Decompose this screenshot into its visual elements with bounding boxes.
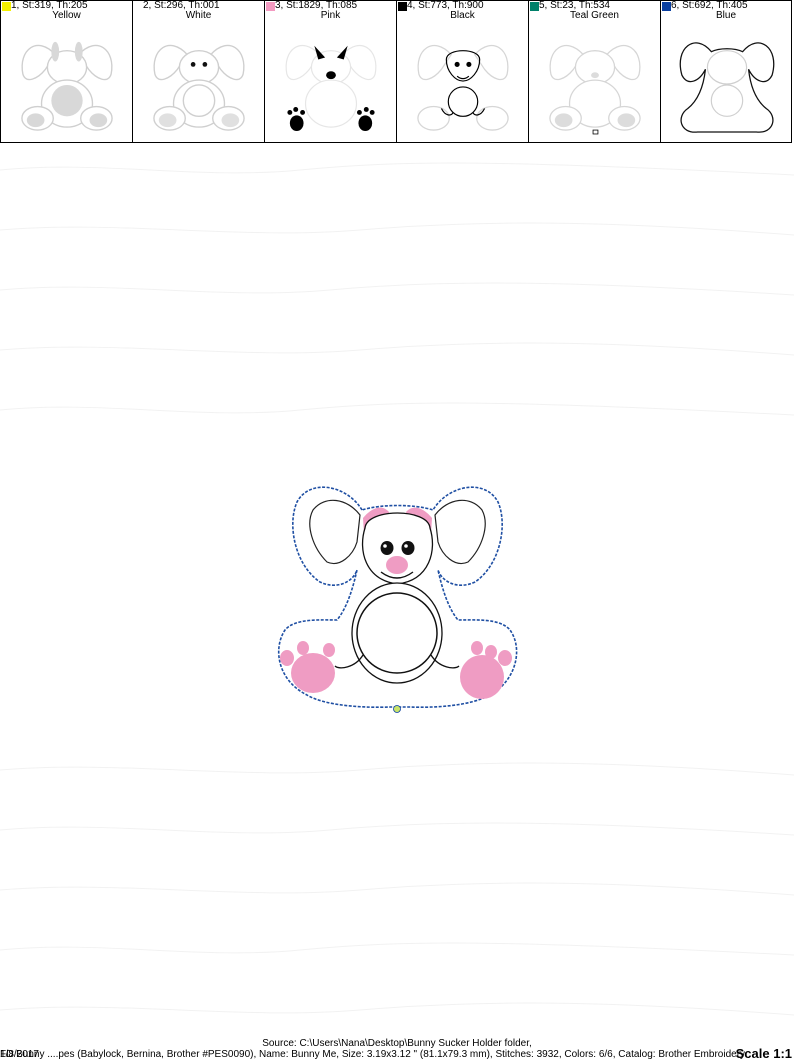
- bunny-thumbnail: [153, 44, 245, 131]
- color-name: White: [185, 10, 212, 21]
- color-name: Teal Green: [570, 10, 619, 21]
- color-name: Yellow: [52, 10, 81, 21]
- color-cell-3[interactable]: 3, St:1829, Th:085 Pink: [265, 1, 397, 142]
- color-cell-1[interactable]: 1, St:319, Th:205 Yellow: [1, 1, 133, 142]
- bunny-thumbnail: [679, 42, 775, 133]
- color-cell-4[interactable]: 4, St:773, Th:900 Black: [397, 1, 529, 142]
- bunny-thumbnail: [549, 44, 641, 135]
- bunny-thumbnail: [417, 44, 509, 131]
- bunny-thumbnail: [285, 44, 377, 132]
- color-cell-2[interactable]: 2, St:296, Th:001 White: [133, 1, 265, 142]
- color-cell-6[interactable]: 6, St:692, Th:405 Blue: [661, 1, 791, 142]
- color-name: Blue: [715, 10, 736, 21]
- bunny-thumbnail: [21, 41, 113, 131]
- color-name: Black: [450, 10, 475, 21]
- color-name: Pink: [320, 10, 341, 21]
- color-cell-5[interactable]: 5, St:23, Th:534 Teal Green: [529, 1, 661, 142]
- color-sequence-strip: 1, St:319, Th:205 Yellow 2, St:296, Th:0…: [0, 0, 792, 143]
- bunny-embroidery-design: [277, 486, 518, 713]
- footer-design-info: FD Bunny ....pes (Babylock, Bernina, Bro…: [0, 1049, 746, 1060]
- scale-label: Scale 1:1: [735, 1046, 792, 1061]
